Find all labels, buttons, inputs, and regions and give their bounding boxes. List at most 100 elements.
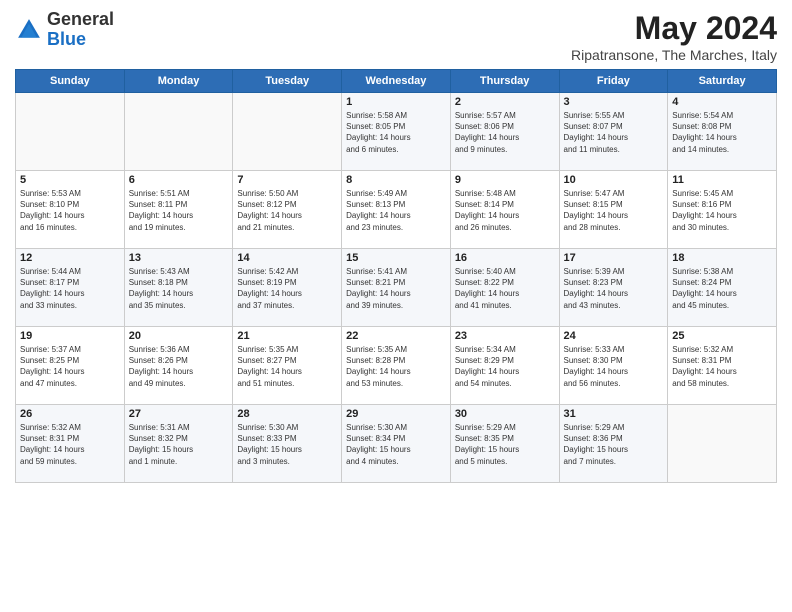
col-monday: Monday [124,70,233,93]
day-info: Sunrise: 5:50 AM Sunset: 8:12 PM Dayligh… [237,188,337,233]
day-cell: 7 Sunrise: 5:50 AM Sunset: 8:12 PM Daylig… [233,171,342,249]
day-cell: 5Sunrise: 5:53 AM Sunset: 8:10 PM Daylig… [16,171,125,249]
day-number: 24 [564,330,664,342]
day-number: 10 [564,174,664,186]
day-info: Sunrise: 5:38 AM Sunset: 8:24 PM Dayligh… [672,266,772,311]
day-number: 11 [672,174,772,186]
day-cell: 6 Sunrise: 5:51 AM Sunset: 8:11 PM Daylig… [124,171,233,249]
day-cell [668,405,777,483]
day-number: 30 [455,408,555,420]
day-cell: 26Sunrise: 5:32 AM Sunset: 8:31 PM Dayli… [16,405,125,483]
day-cell: 18 Sunrise: 5:38 AM Sunset: 8:24 PM Dayli… [668,249,777,327]
day-cell: 12Sunrise: 5:44 AM Sunset: 8:17 PM Dayli… [16,249,125,327]
header-row: Sunday Monday Tuesday Wednesday Thursday… [16,70,777,93]
week-row-2: 12Sunrise: 5:44 AM Sunset: 8:17 PM Dayli… [16,249,777,327]
day-number: 3 [564,96,664,108]
day-number: 27 [129,408,229,420]
day-info: Sunrise: 5:36 AM Sunset: 8:26 PM Dayligh… [129,344,229,389]
day-number: 28 [237,408,337,420]
day-cell: 20 Sunrise: 5:36 AM Sunset: 8:26 PM Dayli… [124,327,233,405]
day-info: Sunrise: 5:57 AM Sunset: 8:06 PM Dayligh… [455,110,555,155]
day-info: Sunrise: 5:51 AM Sunset: 8:11 PM Dayligh… [129,188,229,233]
day-number: 6 [129,174,229,186]
col-saturday: Saturday [668,70,777,93]
day-info: Sunrise: 5:54 AM Sunset: 8:08 PM Dayligh… [672,110,772,155]
day-number: 1 [346,96,446,108]
day-number: 23 [455,330,555,342]
day-cell: 4Sunrise: 5:54 AM Sunset: 8:08 PM Daylig… [668,93,777,171]
day-number: 7 [237,174,337,186]
day-info: Sunrise: 5:58 AM Sunset: 8:05 PM Dayligh… [346,110,446,155]
day-number: 20 [129,330,229,342]
title-block: May 2024 Ripatransone, The Marches, Ital… [571,10,777,63]
day-number: 13 [129,252,229,264]
day-info: Sunrise: 5:33 AM Sunset: 8:30 PM Dayligh… [564,344,664,389]
day-cell: 9 Sunrise: 5:48 AM Sunset: 8:14 PM Daylig… [450,171,559,249]
day-info: Sunrise: 5:55 AM Sunset: 8:07 PM Dayligh… [564,110,664,155]
calendar-table: Sunday Monday Tuesday Wednesday Thursday… [15,69,777,483]
day-number: 29 [346,408,446,420]
day-cell: 2 Sunrise: 5:57 AM Sunset: 8:06 PM Daylig… [450,93,559,171]
day-cell: 15Sunrise: 5:41 AM Sunset: 8:21 PM Dayli… [342,249,451,327]
day-number: 17 [564,252,664,264]
day-cell: 10 Sunrise: 5:47 AM Sunset: 8:15 PM Dayli… [559,171,668,249]
day-number: 5 [20,174,120,186]
day-cell: 23 Sunrise: 5:34 AM Sunset: 8:29 PM Dayli… [450,327,559,405]
day-info: Sunrise: 5:30 AM Sunset: 8:34 PM Dayligh… [346,422,446,467]
day-number: 26 [20,408,120,420]
day-cell: 25Sunrise: 5:32 AM Sunset: 8:31 PM Dayli… [668,327,777,405]
day-number: 31 [564,408,664,420]
day-cell [16,93,125,171]
day-info: Sunrise: 5:43 AM Sunset: 8:18 PM Dayligh… [129,266,229,311]
day-cell: 14 Sunrise: 5:42 AM Sunset: 8:19 PM Dayli… [233,249,342,327]
month-title: May 2024 [571,10,777,47]
day-number: 15 [346,252,446,264]
day-info: Sunrise: 5:34 AM Sunset: 8:29 PM Dayligh… [455,344,555,389]
day-cell [233,93,342,171]
page: General Blue May 2024 Ripatransone, The … [0,0,792,493]
day-info: Sunrise: 5:44 AM Sunset: 8:17 PM Dayligh… [20,266,120,311]
logo-blue: Blue [47,29,86,49]
day-info: Sunrise: 5:39 AM Sunset: 8:23 PM Dayligh… [564,266,664,311]
day-number: 19 [20,330,120,342]
day-number: 9 [455,174,555,186]
week-row-3: 19Sunrise: 5:37 AM Sunset: 8:25 PM Dayli… [16,327,777,405]
day-cell: 17 Sunrise: 5:39 AM Sunset: 8:23 PM Dayli… [559,249,668,327]
day-cell: 21 Sunrise: 5:35 AM Sunset: 8:27 PM Dayli… [233,327,342,405]
day-info: Sunrise: 5:35 AM Sunset: 8:27 PM Dayligh… [237,344,337,389]
logo-general: General [47,9,114,29]
day-cell [124,93,233,171]
day-cell: 27Sunrise: 5:31 AM Sunset: 8:32 PM Dayli… [124,405,233,483]
col-sunday: Sunday [16,70,125,93]
day-info: Sunrise: 5:32 AM Sunset: 8:31 PM Dayligh… [672,344,772,389]
day-cell: 16 Sunrise: 5:40 AM Sunset: 8:22 PM Dayli… [450,249,559,327]
day-number: 18 [672,252,772,264]
day-cell: 8 Sunrise: 5:49 AM Sunset: 8:13 PM Daylig… [342,171,451,249]
day-number: 14 [237,252,337,264]
day-cell: 13 Sunrise: 5:43 AM Sunset: 8:18 PM Dayli… [124,249,233,327]
day-cell: 30 Sunrise: 5:29 AM Sunset: 8:35 PM Dayli… [450,405,559,483]
day-cell: 19Sunrise: 5:37 AM Sunset: 8:25 PM Dayli… [16,327,125,405]
day-info: Sunrise: 5:48 AM Sunset: 8:14 PM Dayligh… [455,188,555,233]
day-info: Sunrise: 5:35 AM Sunset: 8:28 PM Dayligh… [346,344,446,389]
logo-text: General Blue [47,10,114,50]
day-info: Sunrise: 5:42 AM Sunset: 8:19 PM Dayligh… [237,266,337,311]
col-friday: Friday [559,70,668,93]
day-number: 16 [455,252,555,264]
week-row-0: 1 Sunrise: 5:58 AM Sunset: 8:05 PM Daylig… [16,93,777,171]
day-info: Sunrise: 5:30 AM Sunset: 8:33 PM Dayligh… [237,422,337,467]
col-thursday: Thursday [450,70,559,93]
day-number: 22 [346,330,446,342]
day-info: Sunrise: 5:29 AM Sunset: 8:35 PM Dayligh… [455,422,555,467]
day-number: 8 [346,174,446,186]
day-number: 2 [455,96,555,108]
logo-icon [15,16,43,44]
day-cell: 28 Sunrise: 5:30 AM Sunset: 8:33 PM Dayli… [233,405,342,483]
day-number: 21 [237,330,337,342]
day-info: Sunrise: 5:40 AM Sunset: 8:22 PM Dayligh… [455,266,555,311]
location: Ripatransone, The Marches, Italy [571,47,777,63]
day-info: Sunrise: 5:49 AM Sunset: 8:13 PM Dayligh… [346,188,446,233]
day-cell: 29 Sunrise: 5:30 AM Sunset: 8:34 PM Dayli… [342,405,451,483]
week-row-1: 5Sunrise: 5:53 AM Sunset: 8:10 PM Daylig… [16,171,777,249]
day-info: Sunrise: 5:47 AM Sunset: 8:15 PM Dayligh… [564,188,664,233]
